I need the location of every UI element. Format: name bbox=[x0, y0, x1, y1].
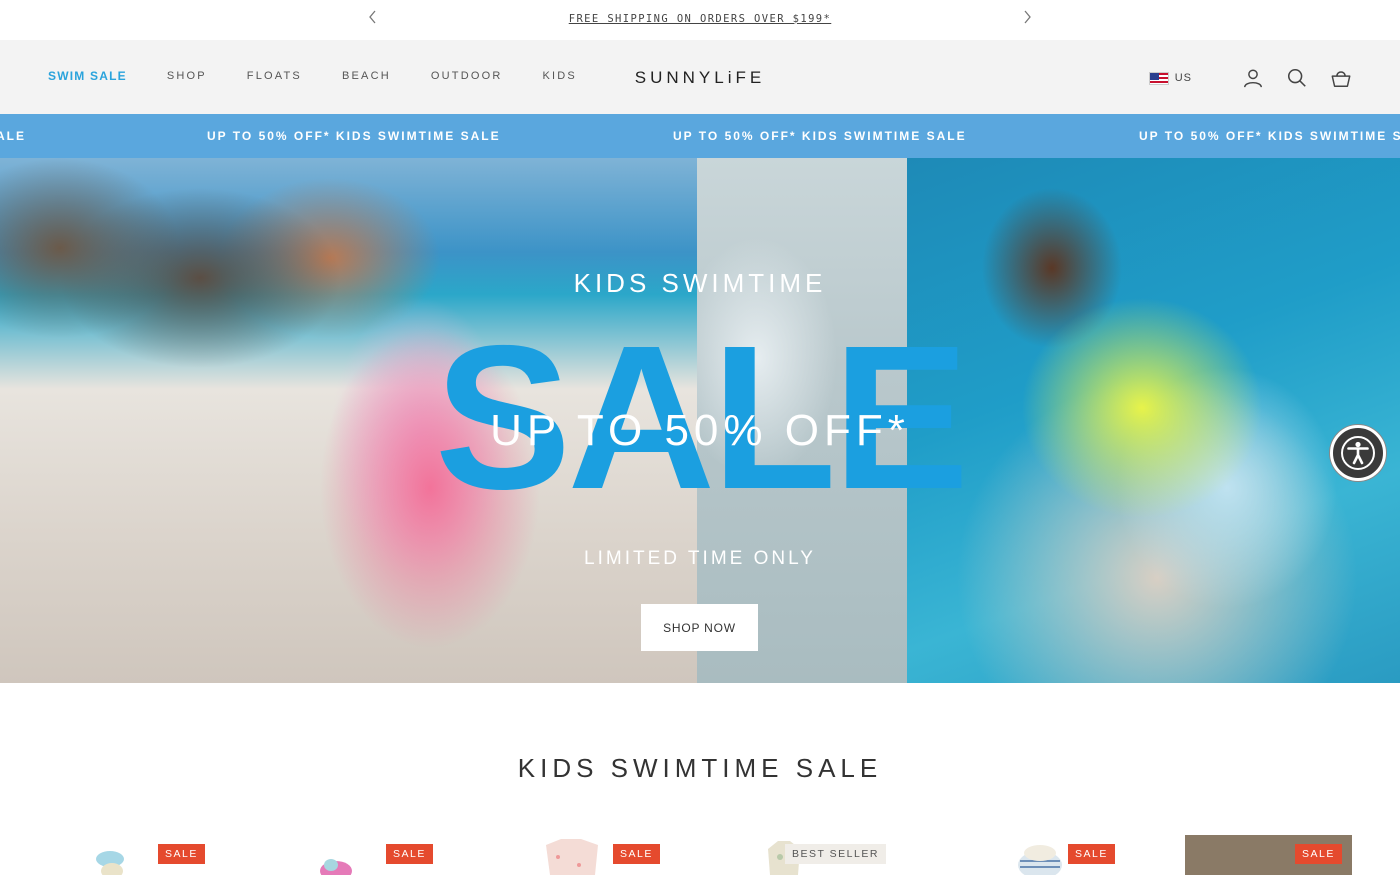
product-card[interactable]: SALE bbox=[48, 835, 215, 875]
product-card[interactable]: SALE bbox=[276, 835, 443, 875]
accessibility-button[interactable] bbox=[1330, 425, 1386, 481]
region-label: US bbox=[1174, 72, 1192, 84]
us-flag-icon bbox=[1148, 71, 1169, 85]
site-logo[interactable]: SUNNYLiFE bbox=[600, 68, 800, 88]
hero-offer: UP TO 50% OFF* bbox=[490, 406, 910, 455]
shop-now-button[interactable]: SHOP NOW bbox=[641, 604, 758, 651]
account-icon[interactable] bbox=[1240, 65, 1266, 91]
hero-banner[interactable]: KIDS SWIMTIME SALE UP TO 50% OFF* LIMITE… bbox=[0, 158, 1400, 683]
product-card[interactable]: BEST SELLER bbox=[730, 835, 897, 875]
product-card[interactable]: SALE bbox=[503, 835, 670, 875]
nav-item-beach[interactable]: BEACH bbox=[342, 70, 391, 83]
marquee-item: UP TO 50% OFF* KIDS SWIMTIME SALE bbox=[207, 129, 501, 143]
marquee-item: UP TO 50% OFF* KIDS SWIMTIME SA bbox=[1139, 129, 1400, 143]
sale-badge: SALE bbox=[1068, 844, 1115, 864]
product-card[interactable]: SALE bbox=[1185, 835, 1352, 875]
nav-item-shop[interactable]: SHOP bbox=[167, 70, 207, 83]
main-nav: SWIM SALE SHOP FLOATS BEACH OUTDOOR KIDS bbox=[48, 69, 617, 83]
region-selector[interactable]: US bbox=[1148, 71, 1192, 85]
product-card[interactable]: SALE bbox=[958, 835, 1125, 875]
search-icon[interactable] bbox=[1284, 65, 1310, 91]
accessibility-icon bbox=[1341, 436, 1375, 470]
announcement-bar: FREE SHIPPING ON ORDERS OVER $199* bbox=[0, 0, 1400, 40]
section-title: KIDS SWIMTIME SALE bbox=[517, 753, 883, 783]
nav-item-floats[interactable]: FLOATS bbox=[247, 70, 302, 83]
sale-badge: SALE bbox=[386, 844, 433, 864]
hero-kicker: KIDS SWIMTIME bbox=[573, 268, 827, 298]
nav-item-outdoor[interactable]: OUTDOOR bbox=[431, 70, 503, 83]
nav-item-swim-sale[interactable]: SWIM SALE bbox=[48, 69, 127, 83]
sale-badge: SALE bbox=[1295, 844, 1342, 864]
sale-badge: SALE bbox=[613, 844, 660, 864]
hero-limited-time: LIMITED TIME ONLY bbox=[584, 548, 816, 569]
marquee-item: ALE bbox=[0, 129, 26, 143]
header-tools: US bbox=[1148, 65, 1354, 91]
site-header: SWIM SALE SHOP FLOATS BEACH OUTDOOR KIDS… bbox=[0, 40, 1400, 114]
nav-item-kids[interactable]: KIDS bbox=[543, 70, 577, 83]
best-seller-badge: BEST SELLER bbox=[785, 844, 886, 864]
chevron-right-icon[interactable] bbox=[1016, 9, 1038, 31]
marquee-item: UP TO 50% OFF* KIDS SWIMTIME SALE bbox=[673, 129, 967, 143]
promo-marquee[interactable]: ALE UP TO 50% OFF* KIDS SWIMTIME SALE UP… bbox=[0, 114, 1400, 158]
announcement-message[interactable]: FREE SHIPPING ON ORDERS OVER $199* bbox=[0, 13, 1400, 25]
sale-badge: SALE bbox=[158, 844, 205, 864]
cart-icon[interactable] bbox=[1328, 65, 1354, 91]
